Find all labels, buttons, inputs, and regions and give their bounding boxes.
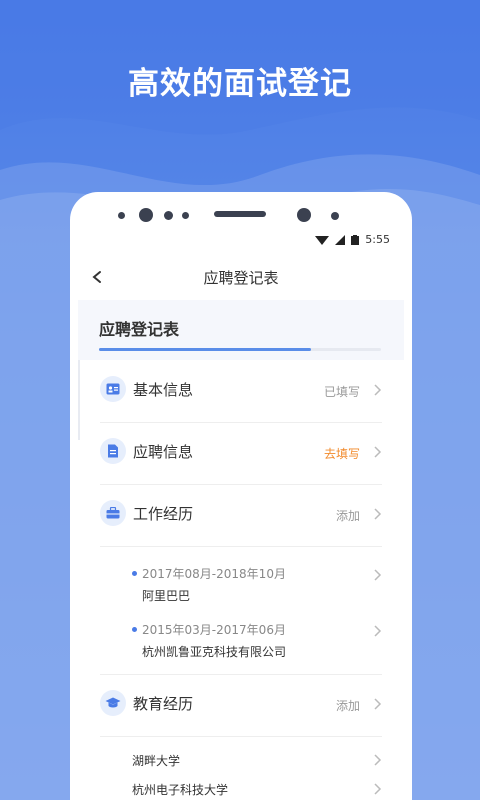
chevron-right-icon: [374, 569, 382, 581]
promo-headline: 高效的面试登记: [128, 66, 352, 102]
divider: [100, 484, 382, 485]
briefcase-icon: [100, 500, 126, 526]
education-entry[interactable]: 湖畔大学: [132, 752, 382, 772]
section-label: 工作经历: [133, 505, 194, 523]
section-status: 去填写: [323, 447, 360, 461]
section-application-info[interactable]: 应聘信息 去填写: [100, 424, 382, 484]
section-status: 已填写: [323, 385, 360, 399]
school-name: 湖畔大学: [132, 754, 181, 768]
education-entry[interactable]: 杭州电子科技大学: [132, 781, 382, 800]
signal-icon: [335, 234, 346, 245]
phone-sensors: [70, 206, 412, 224]
status-time: 5:55: [365, 233, 390, 246]
section-work-history[interactable]: 工作经历 添加: [100, 486, 382, 546]
section-education[interactable]: 教育经历 添加: [100, 676, 382, 736]
id-card-icon: [100, 376, 126, 402]
graduation-cap-icon: [100, 690, 126, 716]
school-name: 杭州电子科技大学: [132, 783, 229, 797]
nav-title: 应聘登记表: [203, 269, 279, 287]
divider: [100, 546, 382, 547]
section-status: 添加: [335, 699, 360, 713]
chevron-right-icon: [374, 446, 382, 458]
section-label: 教育经历: [133, 695, 194, 713]
sensor-camera: [297, 208, 311, 222]
work-history-entry[interactable]: 2015年03月-2017年06月 杭州凯鲁亚克科技有限公司: [132, 621, 382, 661]
section-label: 基本信息: [133, 381, 194, 399]
card-edge: [78, 360, 80, 440]
form-title: 应聘登记表: [99, 320, 180, 339]
work-history-entry[interactable]: 2017年08月-2018年10月 阿里巴巴: [132, 565, 382, 605]
timeline-bullet: [132, 571, 137, 576]
phone-frame: 5:55 应聘登记表 应聘登记表 基本信息 已填写 应聘信息 去填写 工作经历 …: [70, 192, 412, 800]
form-header-card: 应聘登记表: [78, 300, 404, 360]
work-dates: 2015年03月-2017年06月: [142, 623, 286, 637]
chevron-right-icon: [374, 783, 382, 795]
document-icon: [100, 438, 126, 464]
battery-icon: [351, 234, 360, 245]
sensor-dot: [182, 212, 189, 219]
chevron-right-icon: [374, 754, 382, 766]
sensor-dot: [118, 212, 125, 219]
divider: [100, 422, 382, 423]
divider: [100, 674, 382, 675]
chevron-right-icon: [374, 698, 382, 710]
nav-bar: 应聘登记表: [70, 264, 412, 294]
section-status: 添加: [335, 509, 360, 523]
earpiece-speaker: [214, 211, 266, 217]
chevron-right-icon: [374, 384, 382, 396]
front-camera: [139, 208, 153, 222]
section-label: 应聘信息: [133, 443, 194, 461]
work-company: 阿里巴巴: [142, 589, 191, 603]
work-company: 杭州凯鲁亚克科技有限公司: [142, 645, 287, 659]
section-basic-info[interactable]: 基本信息 已填写: [100, 362, 382, 422]
divider: [100, 736, 382, 737]
progress-bar: [99, 348, 381, 351]
sensor-dot: [164, 211, 173, 220]
progress-fill: [99, 348, 311, 351]
chevron-right-icon: [374, 508, 382, 520]
timeline-bullet: [132, 627, 137, 632]
chevron-right-icon: [374, 625, 382, 637]
work-dates: 2017年08月-2018年10月: [142, 567, 286, 581]
wifi-icon: [315, 235, 330, 245]
status-bar: 5:55: [315, 233, 390, 246]
sensor-dot: [331, 212, 339, 220]
